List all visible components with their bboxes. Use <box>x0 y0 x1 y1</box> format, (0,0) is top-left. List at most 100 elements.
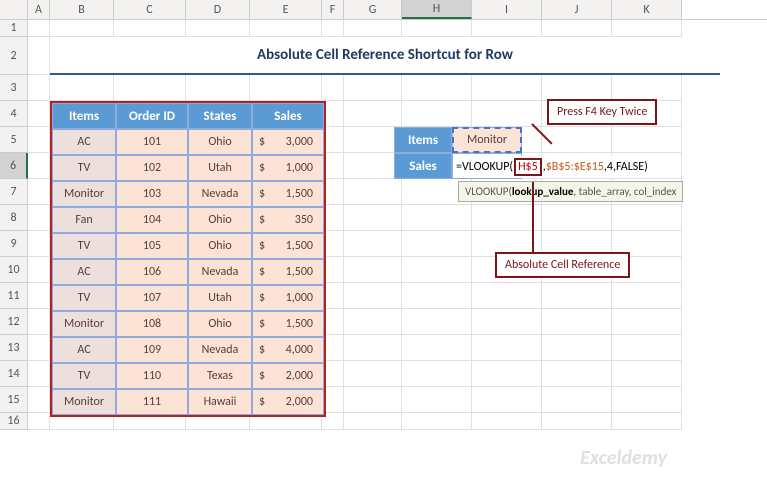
col-D[interactable]: D <box>186 0 250 19</box>
table-row: AC101Ohio$3,000 <box>52 129 324 155</box>
row-8[interactable]: 8 <box>0 205 28 231</box>
cell-item[interactable]: AC <box>52 259 116 285</box>
row-14[interactable]: 14 <box>0 361 28 387</box>
table-row: Fan104Ohio$350 <box>52 207 324 233</box>
cell-order[interactable]: 105 <box>116 233 188 259</box>
row-4[interactable]: 4 <box>0 101 28 127</box>
row-9[interactable]: 9 <box>0 231 28 257</box>
table-row: TV105Ohio$1,500 <box>52 233 324 259</box>
row-13[interactable]: 13 <box>0 335 28 361</box>
col-H[interactable]: H <box>402 0 472 19</box>
row-7[interactable]: 7 <box>0 179 28 205</box>
cell-item[interactable]: TV <box>52 363 116 389</box>
cell-sales[interactable]: $350 <box>252 207 324 233</box>
table-row: TV110Texas$2,000 <box>52 363 324 389</box>
cell-state[interactable]: Hawaii <box>188 389 252 415</box>
cell-item[interactable]: TV <box>52 285 116 311</box>
formula-prefix: =VLOOKUP( <box>456 160 513 174</box>
table-row: Monitor103Nevada$1,500 <box>52 181 324 207</box>
cell-item[interactable]: Monitor <box>52 311 116 337</box>
page-title: Absolute Cell Reference Shortcut for Row <box>50 37 720 75</box>
cell-sales[interactable]: $1,500 <box>252 181 324 207</box>
formula-arg-lookup-value: H$5 <box>514 158 542 176</box>
cell-order[interactable]: 104 <box>116 207 188 233</box>
cell-item[interactable]: AC <box>52 337 116 363</box>
cell-sales[interactable]: $1,000 <box>252 285 324 311</box>
formula-rest: ,4,FALSE) <box>604 160 648 174</box>
cell-item[interactable]: Monitor <box>52 389 116 415</box>
cell-order[interactable]: 108 <box>116 311 188 337</box>
select-all-corner[interactable] <box>0 0 28 19</box>
cell-order[interactable]: 101 <box>116 129 188 155</box>
col-E[interactable]: E <box>250 0 322 19</box>
row-12[interactable]: 12 <box>0 309 28 335</box>
col-G[interactable]: G <box>344 0 402 19</box>
cell-sales[interactable]: $1,500 <box>252 311 324 337</box>
header-sales: Sales <box>252 103 324 129</box>
formula-editor[interactable]: =VLOOKUP( H$5 , $B$5:$E$15 ,4,FALSE) <box>454 156 650 178</box>
table-row: Monitor108Ohio$1,500 <box>52 311 324 337</box>
table-row: TV107Utah$1,000 <box>52 285 324 311</box>
cell-order[interactable]: 103 <box>116 181 188 207</box>
cell-sales[interactable]: $1,000 <box>252 155 324 181</box>
cell-order[interactable]: 107 <box>116 285 188 311</box>
col-K[interactable]: K <box>612 0 682 19</box>
cell-item[interactable]: Monitor <box>52 181 116 207</box>
cell-order[interactable]: 111 <box>116 389 188 415</box>
cell-item[interactable]: Fan <box>52 207 116 233</box>
cell-sales[interactable]: $1,500 <box>252 233 324 259</box>
cell-item[interactable]: TV <box>52 233 116 259</box>
cell-state[interactable]: Utah <box>188 155 252 181</box>
col-B[interactable]: B <box>50 0 114 19</box>
cell-state[interactable]: Ohio <box>188 207 252 233</box>
cell-item[interactable]: TV <box>52 155 116 181</box>
cell-sales[interactable]: $2,000 <box>252 363 324 389</box>
table-row: AC106Nevada$1,500 <box>52 259 324 285</box>
cell-state[interactable]: Nevada <box>188 337 252 363</box>
cell-state[interactable]: Texas <box>188 363 252 389</box>
cell-state[interactable]: Utah <box>188 285 252 311</box>
cell-state[interactable]: Nevada <box>188 259 252 285</box>
callout-press-f4: Press F4 Key Twice <box>547 99 657 125</box>
cell-sales[interactable]: $2,000 <box>252 389 324 415</box>
lookup-items-label: Items <box>394 127 452 153</box>
cell-order[interactable]: 106 <box>116 259 188 285</box>
formula-tooltip: VLOOKUP(lookup_value, table_array, col_i… <box>458 181 683 202</box>
row-15[interactable]: 15 <box>0 387 28 413</box>
tooltip-rest: , table_array, col_index <box>573 185 676 198</box>
col-A[interactable]: A <box>28 0 50 19</box>
row-5[interactable]: 5 <box>0 127 28 153</box>
row-1[interactable]: 1 <box>0 20 28 37</box>
formula-arg-table-array: $B$5:$E$15 <box>546 160 604 174</box>
col-I[interactable]: I <box>472 0 542 19</box>
cell-sales[interactable]: $4,000 <box>252 337 324 363</box>
row-2[interactable]: 2 <box>0 37 28 75</box>
col-C[interactable]: C <box>114 0 186 19</box>
header-states: States <box>188 103 252 129</box>
data-table: Items Order ID States Sales AC101Ohio$3,… <box>50 101 326 417</box>
row-10[interactable]: 10 <box>0 257 28 283</box>
header-items: Items <box>52 103 116 129</box>
row-16[interactable]: 16 <box>0 413 28 430</box>
cell-order[interactable]: 102 <box>116 155 188 181</box>
row-3[interactable]: 3 <box>0 75 28 101</box>
lookup-items-value[interactable]: Monitor <box>452 127 522 153</box>
cell-sales[interactable]: $1,500 <box>252 259 324 285</box>
cell-sales[interactable]: $3,000 <box>252 129 324 155</box>
tooltip-fn: VLOOKUP( <box>465 185 512 198</box>
callout-absolute-ref: Absolute Cell Reference <box>495 252 630 278</box>
col-F[interactable]: F <box>322 0 344 19</box>
cell-item[interactable]: AC <box>52 129 116 155</box>
cell-state[interactable]: Nevada <box>188 181 252 207</box>
row-11[interactable]: 11 <box>0 283 28 309</box>
header-order-id: Order ID <box>116 103 188 129</box>
cell-order[interactable]: 109 <box>116 337 188 363</box>
callout-line-bottom <box>532 182 534 252</box>
cell-state[interactable]: Ohio <box>188 129 252 155</box>
col-J[interactable]: J <box>542 0 612 19</box>
row-6[interactable]: 6 <box>0 153 28 179</box>
cell-state[interactable]: Ohio <box>188 311 252 337</box>
cell-state[interactable]: Ohio <box>188 233 252 259</box>
cell-order[interactable]: 110 <box>116 363 188 389</box>
watermark: Exceldemy <box>580 446 667 470</box>
